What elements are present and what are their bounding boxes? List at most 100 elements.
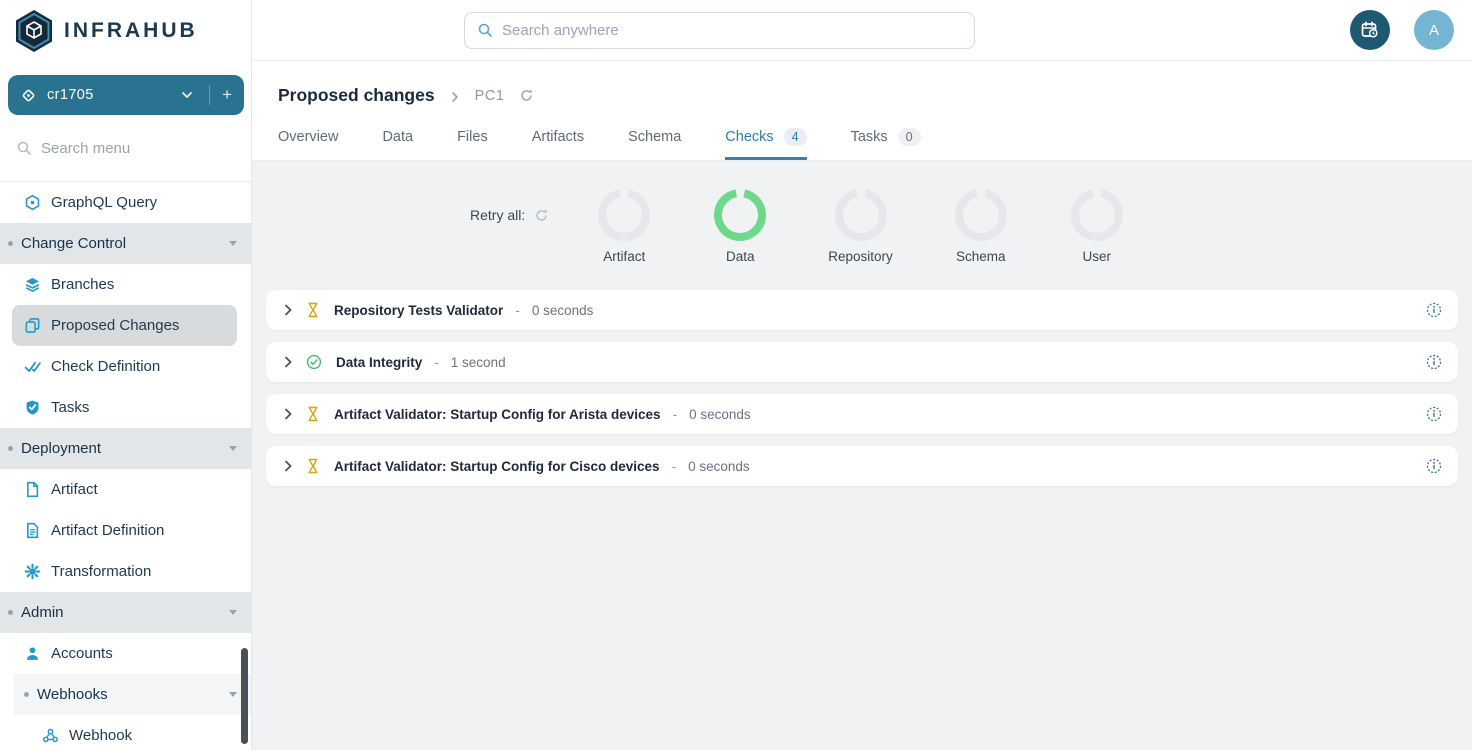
gauge-ring-icon xyxy=(596,187,652,243)
sidebar-item-artifact[interactable]: Artifact xyxy=(0,469,251,510)
chevron-right-icon[interactable] xyxy=(280,302,296,318)
tab-files[interactable]: Files xyxy=(457,128,488,160)
validator-list: Repository Tests Validator - 0 seconds D… xyxy=(266,290,1458,486)
sidebar-subgroup-webhooks[interactable]: Webhooks xyxy=(14,674,251,715)
validator-row[interactable]: Repository Tests Validator - 0 seconds xyxy=(266,290,1458,330)
tab-artifacts[interactable]: Artifacts xyxy=(532,128,584,160)
add-branch-button[interactable]: + xyxy=(209,85,232,105)
chevron-right-icon[interactable] xyxy=(280,406,296,422)
sidebar-item-branches[interactable]: Branches xyxy=(0,264,251,305)
info-icon[interactable] xyxy=(1426,354,1442,370)
branch-name: cr1705 xyxy=(47,87,171,103)
tab-checks[interactable]: Checks 4 xyxy=(725,128,806,160)
artifact-icon xyxy=(24,481,41,498)
validator-row[interactable]: Data Integrity - 1 second xyxy=(266,342,1458,382)
sidebar-search-input[interactable] xyxy=(41,140,240,157)
sidebar-item-tasks[interactable]: Tasks xyxy=(0,387,251,428)
chevron-right-icon[interactable] xyxy=(280,458,296,474)
sidebar-item-graphql-query[interactable]: GraphQL Query xyxy=(0,182,251,223)
retry-all-label: Retry all: xyxy=(470,207,525,223)
accounts-icon xyxy=(24,645,41,662)
tab-bar: Overview Data Files Artifacts Schema Che… xyxy=(278,128,1472,160)
app-window: INFRAHUB cr1705 + xyxy=(0,0,1472,750)
topbar: A xyxy=(252,0,1472,61)
sidebar-group-label: Admin xyxy=(21,604,64,621)
sidebar-item-accounts[interactable]: Accounts xyxy=(0,633,251,674)
artifact-definition-icon xyxy=(24,522,41,539)
tab-schema[interactable]: Schema xyxy=(628,128,681,160)
gauge-repository[interactable]: Repository xyxy=(828,187,893,264)
validator-name: Artifact Validator: Startup Config for A… xyxy=(334,407,661,422)
checks-panel: Retry all: Artifact Data xyxy=(252,161,1472,750)
app-logo[interactable]: INFRAHUB xyxy=(0,0,251,62)
chevron-right-icon[interactable] xyxy=(280,354,296,370)
validator-row[interactable]: Artifact Validator: Startup Config for C… xyxy=(266,446,1458,486)
breadcrumb-item[interactable]: PC1 xyxy=(475,88,505,104)
sidebar-item-label: Check Definition xyxy=(51,358,160,375)
sidebar-scrollbar[interactable] xyxy=(241,648,248,744)
chevron-down-icon xyxy=(181,89,193,101)
sidebar-item-proposed-changes[interactable]: Proposed Changes xyxy=(12,305,237,346)
validator-row[interactable]: Artifact Validator: Startup Config for A… xyxy=(266,394,1458,434)
tab-overview[interactable]: Overview xyxy=(278,128,338,160)
pending-icon xyxy=(306,302,320,318)
avatar[interactable]: A xyxy=(1414,10,1454,50)
page-title: Proposed changes xyxy=(278,85,435,106)
info-icon[interactable] xyxy=(1426,302,1442,318)
webhook-icon xyxy=(42,727,59,744)
refresh-icon[interactable] xyxy=(519,88,534,103)
search-icon xyxy=(477,22,493,38)
graphql-icon xyxy=(24,194,41,211)
tab-data[interactable]: Data xyxy=(382,128,413,160)
branch-selector[interactable]: cr1705 + xyxy=(8,75,244,115)
sidebar-group-change-control[interactable]: Change Control xyxy=(0,223,251,264)
sidebar-item-label: Accounts xyxy=(51,645,113,662)
sidebar-item-check-definition[interactable]: Check Definition xyxy=(0,346,251,387)
chevron-right-icon xyxy=(449,90,461,102)
sidebar-item-label: Transformation xyxy=(51,563,151,580)
validator-duration: 0 seconds xyxy=(689,407,751,422)
pending-icon xyxy=(306,406,320,422)
validator-name: Repository Tests Validator xyxy=(334,303,503,318)
info-icon[interactable] xyxy=(1426,458,1442,474)
caret-down-icon xyxy=(229,446,237,451)
global-search-input[interactable] xyxy=(502,22,962,39)
check-definition-icon xyxy=(24,358,41,375)
global-search[interactable] xyxy=(464,12,975,49)
sidebar-search[interactable] xyxy=(0,115,251,181)
time-travel-button[interactable] xyxy=(1350,10,1390,50)
sidebar-group-admin[interactable]: Admin xyxy=(0,592,251,633)
infrahub-logo-icon xyxy=(14,9,54,53)
gauge-ring-icon xyxy=(953,187,1009,243)
gauge-schema[interactable]: Schema xyxy=(953,187,1009,264)
transformation-icon xyxy=(24,563,41,580)
sidebar-item-label: Branches xyxy=(51,276,114,293)
info-icon[interactable] xyxy=(1426,406,1442,422)
avatar-initial: A xyxy=(1429,22,1439,39)
gauge-user[interactable]: User xyxy=(1069,187,1125,264)
bullet-icon xyxy=(24,692,29,697)
retry-all: Retry all: xyxy=(470,207,549,223)
sidebar-group-label: Deployment xyxy=(21,440,101,457)
gauge-data[interactable]: Data xyxy=(712,187,768,264)
gauge-artifact[interactable]: Artifact xyxy=(596,187,652,264)
brand-name: INFRAHUB xyxy=(64,19,198,43)
sidebar-item-label: Proposed Changes xyxy=(51,317,179,334)
retry-all-icon[interactable] xyxy=(534,208,549,223)
sidebar-item-artifact-definition[interactable]: Artifact Definition xyxy=(0,510,251,551)
caret-down-icon xyxy=(229,610,237,615)
branch-icon xyxy=(20,87,37,104)
sidebar-item-transformation[interactable]: Transformation xyxy=(0,551,251,592)
top-actions: A xyxy=(1350,10,1454,50)
sidebar-item-webhook[interactable]: Webhook xyxy=(0,715,251,750)
validator-duration: 0 seconds xyxy=(688,459,750,474)
tasks-icon xyxy=(24,399,41,416)
sidebar-item-label: Artifact Definition xyxy=(51,522,164,539)
proposed-changes-icon xyxy=(24,317,41,334)
caret-down-icon xyxy=(229,241,237,246)
bullet-icon xyxy=(8,610,13,615)
tab-tasks[interactable]: Tasks 0 xyxy=(851,128,921,160)
sidebar-group-deployment[interactable]: Deployment xyxy=(0,428,251,469)
bullet-icon xyxy=(8,446,13,451)
sidebar-item-label: Webhook xyxy=(69,727,132,744)
